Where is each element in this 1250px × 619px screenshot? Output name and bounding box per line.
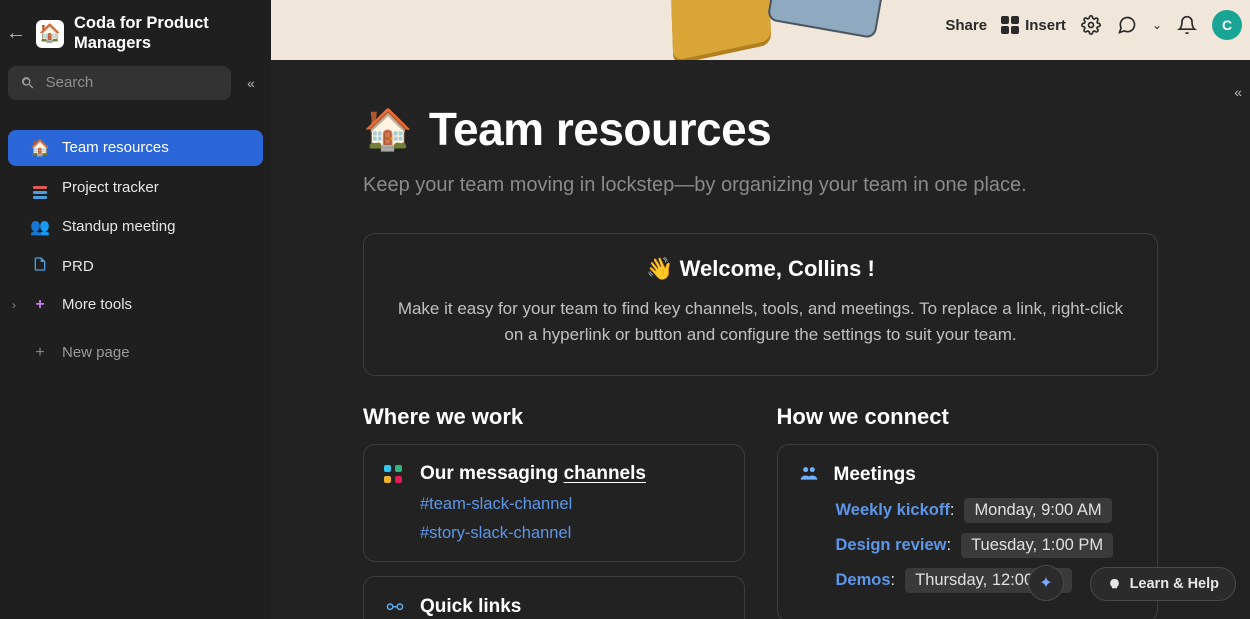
- chevron-right-icon: ›: [12, 298, 16, 312]
- back-arrow-icon[interactable]: ←: [6, 22, 26, 45]
- tracker-icon: [30, 176, 50, 199]
- sidebar-item-team-resources[interactable]: 🏠 Team resources: [8, 130, 263, 166]
- meetings-title: Meetings: [834, 464, 916, 486]
- page-content: 🏠 Team resources Keep your team moving i…: [271, 60, 1250, 619]
- collapse-sidebar-icon[interactable]: «: [239, 71, 263, 95]
- avatar[interactable]: C: [1212, 10, 1242, 40]
- welcome-title: 👋 Welcome, Collins !: [390, 256, 1131, 282]
- lightbulb-icon: [1107, 577, 1122, 592]
- topbar: Share Insert ⌄ C: [945, 10, 1242, 40]
- sidebar: ← 🏠 Coda for Product Managers « 🏠 Team r…: [0, 0, 271, 619]
- search-box[interactable]: [8, 66, 231, 100]
- share-button[interactable]: Share: [945, 17, 987, 34]
- bell-icon: [1177, 15, 1197, 35]
- sidebar-item-prd[interactable]: PRD: [8, 247, 263, 286]
- meeting-time: Tuesday, 1:00 PM: [961, 533, 1113, 558]
- sparkle-icon: ✦: [1039, 573, 1052, 593]
- gear-icon: [1081, 15, 1101, 35]
- people-icon: 👥: [30, 217, 50, 237]
- welcome-card: 👋 Welcome, Collins ! Make it easy for yo…: [363, 233, 1158, 376]
- sidebar-item-label: Standup meeting: [62, 218, 175, 235]
- insert-button[interactable]: Insert: [1001, 16, 1066, 34]
- page-emoji[interactable]: 🏠: [363, 106, 413, 153]
- doc-title[interactable]: Coda for Product Managers: [74, 14, 261, 54]
- meeting-time: Monday, 9:00 AM: [964, 498, 1111, 523]
- where-we-work-column: Where we work Our messaging channels #te…: [363, 404, 745, 619]
- quick-links-card: ⚯ Quick links: [363, 576, 745, 619]
- house-icon: 🏠: [30, 138, 50, 158]
- sidebar-item-label: Team resources: [62, 139, 169, 156]
- slack-channel-link[interactable]: #team-slack-channel: [420, 495, 724, 514]
- messaging-card: Our messaging channels #team-slack-chann…: [363, 444, 745, 562]
- meeting-link[interactable]: Design review: [836, 536, 952, 555]
- slack-icon: [384, 465, 406, 483]
- sidebar-item-label: Project tracker: [62, 179, 159, 196]
- meeting-row: Design review Tuesday, 1:00 PM: [798, 533, 1138, 558]
- slack-channel-link[interactable]: #story-slack-channel: [420, 524, 724, 543]
- insert-label: Insert: [1025, 17, 1066, 34]
- new-page-button[interactable]: + New page: [8, 336, 263, 370]
- people-group-icon: [798, 463, 820, 488]
- comment-icon: [1117, 15, 1137, 35]
- card-illustration: [767, 0, 886, 39]
- welcome-body: Make it easy for your team to find key c…: [390, 296, 1131, 349]
- learn-help-button[interactable]: Learn & Help: [1090, 567, 1236, 601]
- meeting-link[interactable]: Weekly kickoff: [836, 501, 955, 520]
- ai-sparkle-button[interactable]: ✦: [1028, 565, 1064, 601]
- sidebar-item-standup-meeting[interactable]: 👥 Standup meeting: [8, 209, 263, 245]
- main-pane: Share Insert ⌄ C « �: [271, 0, 1250, 619]
- plus-icon: +: [30, 296, 50, 314]
- sidebar-item-more-tools[interactable]: › + More tools: [8, 288, 263, 322]
- sidebar-header: ← 🏠 Coda for Product Managers: [0, 8, 271, 66]
- comments-button[interactable]: [1116, 14, 1138, 36]
- sidebar-item-label: PRD: [62, 258, 94, 275]
- folder-illustration: [671, 0, 771, 60]
- meeting-row: Demos Thursday, 12:00 PM: [798, 568, 1138, 593]
- sidebar-item-label: New page: [62, 344, 130, 361]
- link-icon: ⚯: [384, 595, 406, 619]
- how-we-connect-heading: How we connect: [777, 404, 1159, 430]
- plus-icon: +: [30, 344, 50, 362]
- page-subtitle: Keep your team moving in lockstep—by org…: [363, 174, 1158, 197]
- settings-button[interactable]: [1080, 14, 1102, 36]
- collapse-right-panel-icon[interactable]: «: [1234, 84, 1242, 100]
- quick-links-title: Quick links: [420, 596, 521, 618]
- search-icon: [20, 74, 36, 92]
- search-input[interactable]: [46, 74, 219, 91]
- hero-banner: Share Insert ⌄ C: [271, 0, 1250, 60]
- page-title[interactable]: Team resources: [429, 102, 771, 156]
- doc-icon[interactable]: 🏠: [36, 20, 64, 48]
- grid-icon: [1001, 16, 1019, 34]
- channels-link[interactable]: channels: [564, 463, 646, 484]
- notifications-button[interactable]: [1176, 14, 1198, 36]
- meeting-row: Weekly kickoff Monday, 9:00 AM: [798, 498, 1138, 523]
- sidebar-item-label: More tools: [62, 296, 132, 313]
- where-we-work-heading: Where we work: [363, 404, 745, 430]
- sidebar-item-project-tracker[interactable]: Project tracker: [8, 168, 263, 207]
- sidebar-nav: 🏠 Team resources Project tracker 👥 Stand…: [0, 130, 271, 370]
- document-icon: [30, 255, 50, 278]
- meeting-link[interactable]: Demos: [836, 571, 896, 590]
- chevron-down-icon[interactable]: ⌄: [1152, 18, 1162, 32]
- messaging-card-title: Our messaging channels: [420, 463, 646, 485]
